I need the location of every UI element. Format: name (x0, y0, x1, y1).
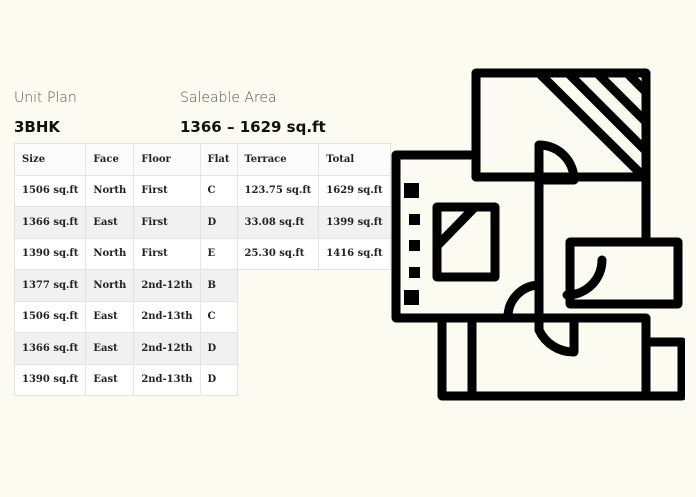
unit-plan-label: Unit Plan (14, 90, 77, 106)
saleable-area-label: Saleable Area (180, 90, 277, 106)
unit-plan-value: 3BHK (14, 118, 61, 136)
cell-flat: C (199, 300, 238, 333)
table-row: 1506 sq.ft North First C 123.75 sq.ft 16… (13, 174, 391, 207)
cell-size: 1366 sq.ft (13, 332, 87, 365)
cell-empty (318, 301, 391, 333)
cell-terrace: 123.75 sq.ft (236, 174, 320, 207)
table-header-row: Size Face Floor Flat Terrace Total (13, 143, 391, 176)
unit-plan-table: Size Face Floor Flat Terrace Total 1506 … (13, 143, 391, 396)
cell-face: North (85, 269, 135, 302)
cell-total: 1416 sq.ft (318, 237, 391, 270)
cell-terrace: 33.08 sq.ft (236, 206, 320, 239)
cell-flat: D (199, 206, 238, 239)
table-row: 1390 sq.ft East 2nd-13th D (13, 363, 391, 396)
column-header-flat: Flat (199, 143, 238, 176)
cell-empty (237, 332, 319, 364)
floor-plan-icon (391, 68, 685, 401)
cell-size: 1377 sq.ft (13, 269, 87, 302)
cell-floor: 2nd-13th (133, 363, 201, 396)
cell-terrace: 25.30 sq.ft (236, 237, 320, 270)
column-header-floor: Floor (133, 143, 201, 176)
cell-floor: 2nd-12th (133, 332, 201, 365)
table-row: 1366 sq.ft East 2nd-12th D (13, 332, 391, 365)
cell-flat: D (199, 332, 238, 365)
cell-total: 1399 sq.ft (318, 206, 391, 239)
cell-flat: B (199, 269, 238, 302)
cell-floor: First (133, 206, 201, 239)
cell-empty (318, 364, 391, 396)
cell-face: East (85, 363, 135, 396)
cell-empty (237, 364, 319, 396)
cell-floor: First (133, 237, 201, 270)
cell-face: East (85, 332, 135, 365)
cell-empty (237, 269, 319, 301)
table-row: 1377 sq.ft North 2nd-12th B (13, 269, 391, 302)
cell-size: 1506 sq.ft (13, 174, 87, 207)
cell-flat: E (199, 237, 238, 270)
cell-face: North (85, 237, 135, 270)
column-header-total: Total (318, 143, 391, 176)
table-row: 1366 sq.ft East First D 33.08 sq.ft 1399… (13, 206, 391, 239)
saleable-area-value: 1366 – 1629 sq.ft (180, 118, 326, 136)
cell-floor: First (133, 174, 201, 207)
cell-face: East (85, 206, 135, 239)
cell-size: 1506 sq.ft (13, 300, 87, 333)
cell-size: 1390 sq.ft (13, 237, 87, 270)
cell-floor: 2nd-12th (133, 269, 201, 302)
cell-flat: D (199, 363, 238, 396)
cell-face: North (85, 174, 135, 207)
cell-size: 1390 sq.ft (13, 363, 87, 396)
cell-total: 1629 sq.ft (318, 174, 391, 207)
column-header-face: Face (85, 143, 135, 176)
cell-size: 1366 sq.ft (13, 206, 87, 239)
table-row: 1506 sq.ft East 2nd-13th C (13, 300, 391, 333)
cell-floor: 2nd-13th (133, 300, 201, 333)
column-header-size: Size (13, 143, 87, 176)
cell-empty (318, 332, 391, 364)
cell-face: East (85, 300, 135, 333)
cell-empty (318, 269, 391, 301)
cell-flat: C (199, 174, 238, 207)
table-row: 1390 sq.ft North First E 25.30 sq.ft 141… (13, 237, 391, 270)
cell-empty (237, 301, 319, 333)
column-header-terrace: Terrace (236, 143, 320, 176)
